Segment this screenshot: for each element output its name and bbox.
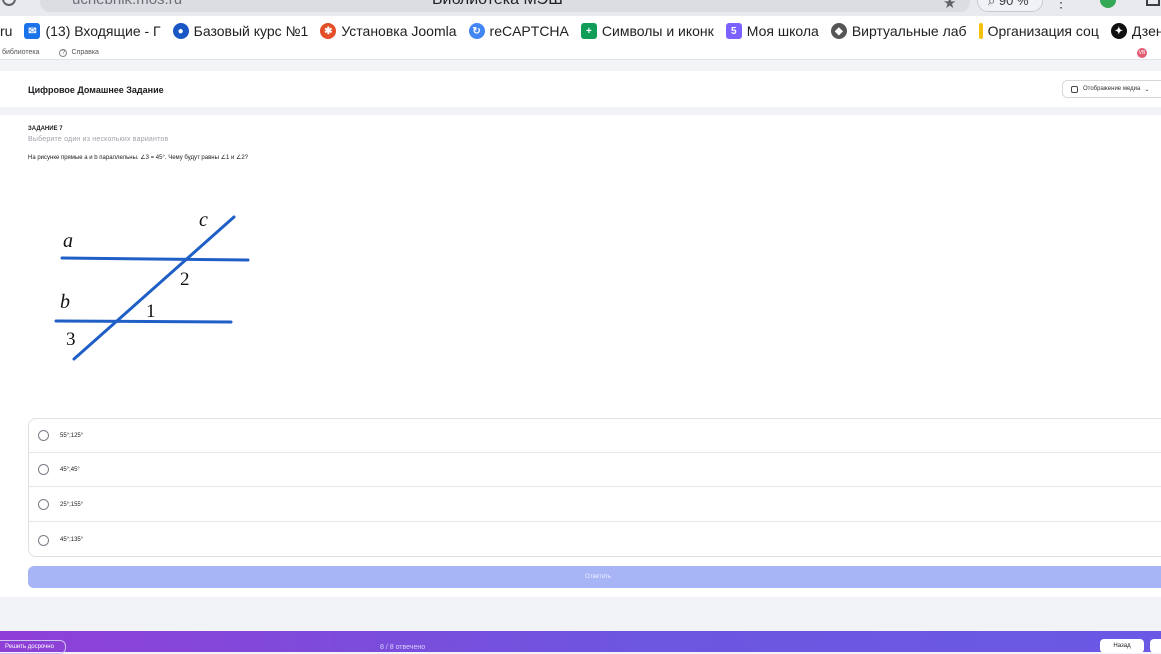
bookmark-item[interactable]: ✱ Установка Joomla bbox=[320, 16, 457, 46]
media-toggle-button[interactable]: Отображение медиа ⌄ bbox=[1062, 80, 1161, 98]
school-icon: 5 bbox=[725, 23, 742, 39]
bookmark-item[interactable]: 5 Моя школа bbox=[725, 16, 819, 46]
answer-option[interactable]: 55°;125° bbox=[29, 419, 1161, 453]
geometry-figure: a b c 2 1 3 bbox=[54, 209, 250, 361]
help-link[interactable]: ? Справка bbox=[59, 48, 99, 57]
tab-title: Библиотека МЭШ bbox=[432, 0, 563, 9]
bookmark-label: Установка Joomla bbox=[341, 23, 457, 39]
mail-icon: ✉ bbox=[24, 23, 41, 39]
bookmark-item[interactable]: ✦Дзен — глав bbox=[1110, 16, 1161, 46]
task-card: ЗАДАНИЕ 7 Выберите один из нескольких ва… bbox=[0, 115, 1161, 597]
header-card: Цифровое Домашнее Задание Отображение ме… bbox=[0, 71, 1161, 107]
option-label: 55°;125° bbox=[60, 432, 84, 439]
label-b: b bbox=[60, 291, 70, 313]
task-hint: Выберите один из нескольких вариантов bbox=[28, 136, 169, 143]
bookmark-label: Базовый курс №1 bbox=[193, 23, 309, 39]
library-link[interactable]: библиотека bbox=[2, 49, 39, 56]
recaptcha-icon: ↻ bbox=[468, 23, 485, 39]
bookmark-item[interactable]: Организация соц bbox=[978, 16, 1099, 46]
bookmark-label: Моя школа bbox=[746, 23, 819, 39]
chevron-down-icon: ⌄ bbox=[1144, 86, 1150, 93]
media-toggle-label: Отображение медиа bbox=[1083, 86, 1141, 92]
globe-icon: ● bbox=[172, 23, 189, 39]
bookmark-item[interactable]: ↻ reCAPTCHA bbox=[468, 16, 569, 46]
zoom-indicator[interactable]: ⌕ 90 % bbox=[977, 0, 1043, 12]
answer-option[interactable]: 25°;155° bbox=[29, 488, 1161, 522]
task-number: ЗАДАНИЕ 7 bbox=[28, 126, 63, 132]
page-title: Цифровое Домашнее Задание bbox=[28, 85, 164, 95]
bookmark-label: Организация соц bbox=[987, 23, 1099, 39]
site-subbar: библиотека ? Справка VB bbox=[0, 46, 1161, 60]
bookmark-label: Дзен — глав bbox=[1131, 23, 1161, 39]
line-c bbox=[72, 215, 236, 361]
task-question: На рисунке прямые a и b параллельны. ∠3 … bbox=[28, 155, 249, 161]
next-button[interactable] bbox=[1150, 639, 1161, 653]
bookmarks-bar: ru ✉ (13) Входящие - Г ● Базовый курс №1 ✱… bbox=[0, 16, 1161, 46]
bookmark-star-icon[interactable]: ★ bbox=[943, 0, 956, 12]
radio-button[interactable] bbox=[38, 534, 49, 546]
line-a bbox=[60, 256, 250, 262]
bookmark-label: Виртуальные лаб bbox=[851, 23, 967, 39]
answer-options: 55°;125° 45°;45° 25°;155° 45°;135° bbox=[28, 418, 1161, 557]
label-angle-3: 3 bbox=[66, 329, 76, 350]
bookmark-item[interactable]: + Символы и иконк bbox=[580, 16, 714, 46]
url-text[interactable]: uchebnik.mos.ru bbox=[72, 0, 182, 8]
avatar[interactable]: VB bbox=[1137, 48, 1147, 58]
back-button[interactable]: Назад bbox=[1100, 639, 1144, 653]
bookmark-label: (13) Входящие - Г bbox=[45, 23, 161, 39]
bookmark-item[interactable]: ● Базовый курс №1 bbox=[172, 16, 309, 46]
option-label: 45°;45° bbox=[60, 466, 80, 473]
shield-icon[interactable] bbox=[1100, 0, 1116, 8]
bookmark-item[interactable]: ✉ (13) Входящие - Г bbox=[24, 16, 161, 46]
reload-icon[interactable] bbox=[2, 0, 16, 6]
plus-square-icon: + bbox=[580, 23, 597, 39]
label-a: a bbox=[63, 230, 73, 252]
media-icon bbox=[1071, 85, 1078, 93]
submit-answer-button[interactable]: Ответить bbox=[28, 566, 1161, 588]
radio-button[interactable] bbox=[38, 430, 49, 441]
bookmark-label: ru bbox=[0, 23, 13, 39]
bookmark-item[interactable]: ◆ Виртуальные лаб bbox=[830, 16, 967, 46]
label-angle-1: 1 bbox=[146, 301, 156, 322]
bookmark-item[interactable]: ru bbox=[0, 16, 12, 46]
help-label: Справка bbox=[71, 49, 99, 56]
bookmark-label: reCAPTCHA bbox=[489, 23, 569, 39]
window-icon[interactable] bbox=[1146, 0, 1160, 6]
lab-icon: ◆ bbox=[830, 23, 847, 39]
radio-button[interactable] bbox=[38, 499, 49, 510]
label-angle-2: 2 bbox=[180, 269, 190, 290]
zoom-value: 90 % bbox=[998, 0, 1029, 8]
browser-toolbar: uchebnik.mos.ru Библиотека МЭШ ★ ⌕ 90 % … bbox=[0, 0, 1161, 16]
more-vertical-icon[interactable]: ⋮ bbox=[1054, 0, 1068, 11]
zen-icon: ✦ bbox=[1110, 23, 1127, 39]
option-label: 45°;135° bbox=[60, 537, 84, 543]
footer-bar: Решить досрочно 8 / 8 отвечено Назад bbox=[0, 631, 1161, 654]
answer-option[interactable]: 45°;45° bbox=[29, 453, 1161, 487]
option-label: 25°;155° bbox=[60, 501, 84, 508]
help-icon: ? bbox=[59, 48, 68, 57]
radio-button[interactable] bbox=[38, 464, 49, 475]
joomla-icon: ✱ bbox=[320, 23, 337, 39]
line-b bbox=[54, 319, 233, 324]
bar-icon bbox=[978, 23, 983, 39]
answer-option[interactable]: 45°;135° bbox=[29, 523, 1161, 557]
label-c: c bbox=[199, 209, 208, 231]
progress-text: 8 / 8 отвечено bbox=[380, 644, 426, 651]
bookmark-label: Символы и иконк bbox=[601, 23, 714, 39]
